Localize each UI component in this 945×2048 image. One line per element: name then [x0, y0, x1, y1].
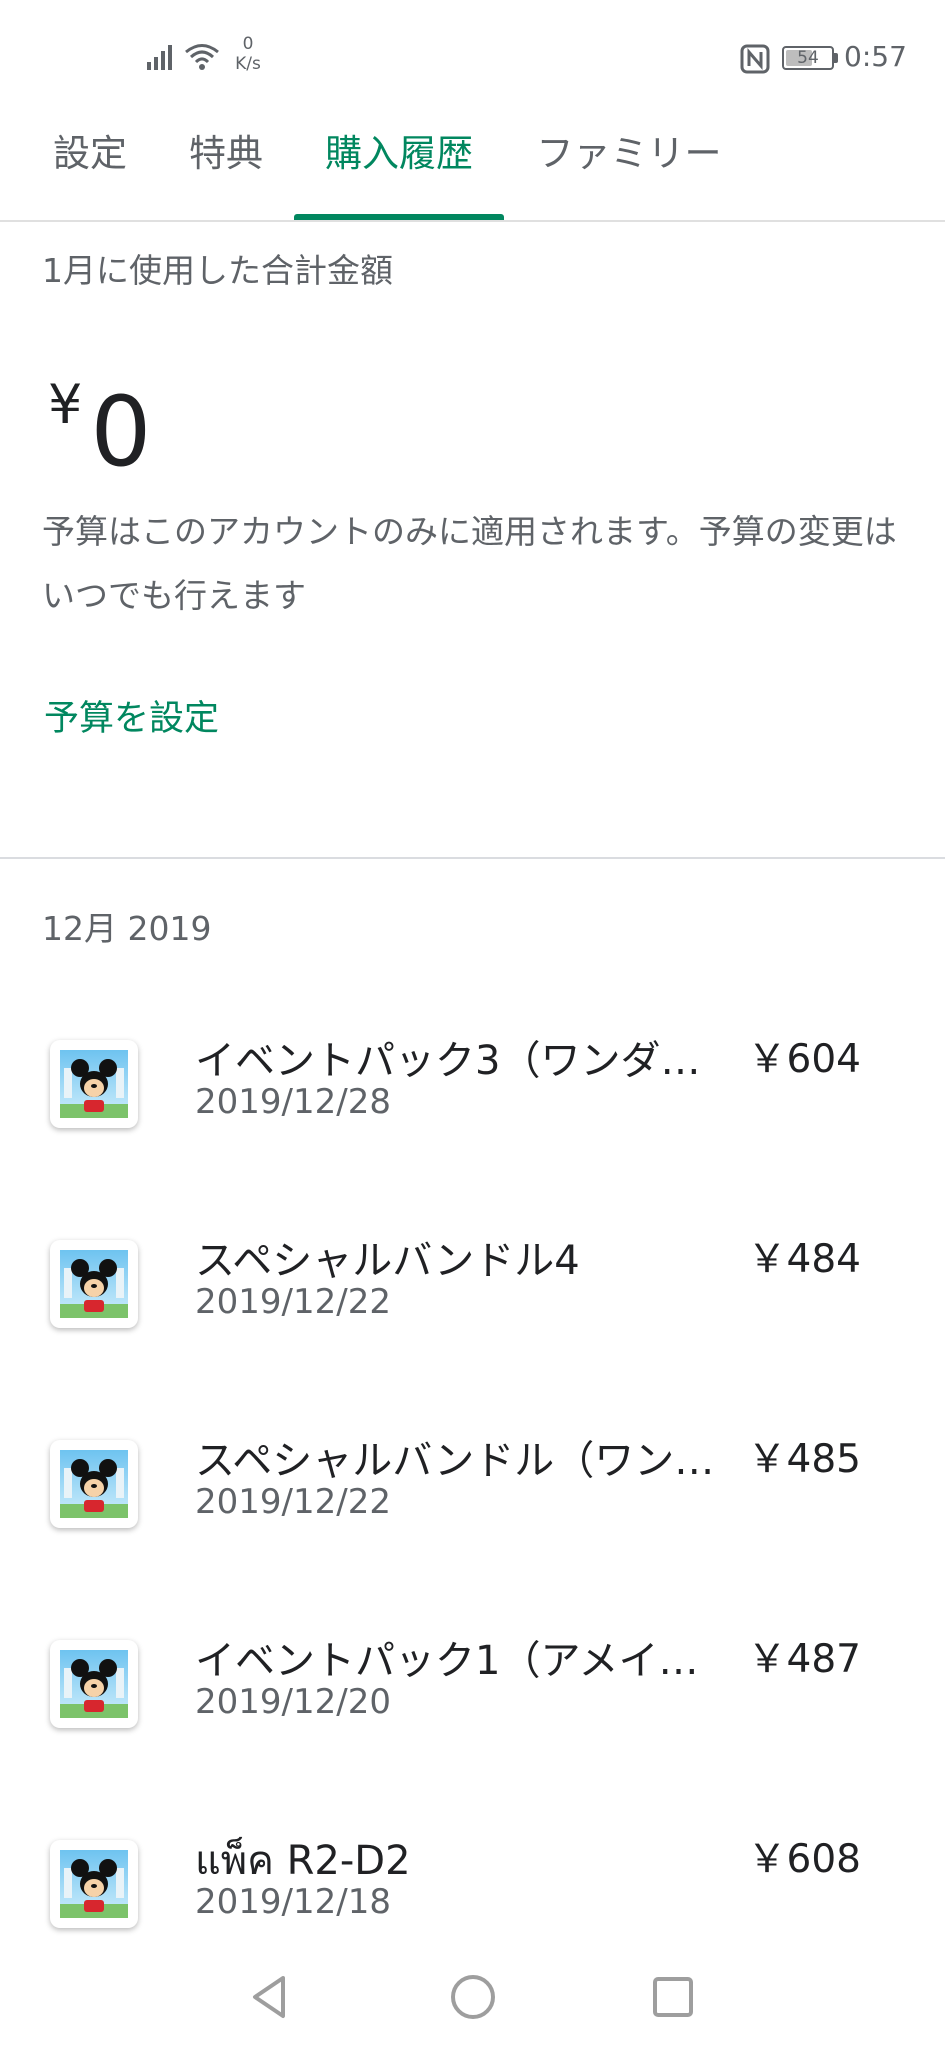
monthly-total-heading: 1月に使用した合計金額 — [42, 251, 393, 290]
section-divider — [0, 857, 945, 859]
cellular-signal-icon — [147, 45, 172, 70]
clock: 0:57 — [844, 40, 907, 73]
wifi-icon — [185, 44, 219, 70]
item-date: 2019/12/22 — [195, 1282, 391, 1322]
item-date: 2019/12/20 — [195, 1682, 391, 1722]
triangle-back-icon[interactable] — [245, 1972, 295, 2022]
status-bar: 0 K/s 54 0:57 — [0, 0, 945, 110]
currency-symbol: ¥ — [48, 373, 83, 436]
purchase-item[interactable]: スペシャルバンドル4 2019/12/22 ￥484 — [0, 1190, 945, 1390]
purchase-item[interactable]: イベントパック3（ワンダフル・ワールド） 2019/12/28 ￥604 — [0, 990, 945, 1190]
square-recents-icon[interactable] — [648, 1972, 698, 2022]
purchase-item[interactable]: イベントパック1（アメイジング） 2019/12/20 ￥487 — [0, 1590, 945, 1790]
battery-indicator: 54 — [782, 46, 834, 70]
tab-bar: 設定 特典 購入履歴 ファミリー — [0, 110, 945, 222]
network-speed-unit: K/s — [235, 54, 261, 74]
item-price: ￥485 — [747, 1437, 861, 1482]
tab-purchase-history[interactable]: 購入履歴 — [294, 110, 504, 220]
battery-percent: 54 — [797, 48, 819, 68]
item-title: イベントパック3（ワンダフル・ワールド） — [195, 1038, 735, 1084]
item-price: ￥608 — [747, 1837, 861, 1882]
item-title: スペシャルバンドル4 — [195, 1238, 580, 1284]
item-title: イベントパック1（アメイジング） — [195, 1638, 735, 1684]
month-header: 12月 2019 — [42, 909, 212, 948]
system-navigation-bar — [0, 1940, 945, 2048]
item-price: ￥604 — [747, 1037, 861, 1082]
item-price: ￥484 — [747, 1237, 861, 1282]
nfc-icon — [740, 44, 770, 74]
item-date: 2019/12/22 — [195, 1482, 391, 1522]
tab-rewards[interactable]: 特典 — [166, 110, 286, 220]
item-title: スペシャルバンドル（ワンダフル） — [195, 1438, 735, 1484]
purchase-list: イベントパック3（ワンダフル・ワールド） 2019/12/28 ￥604 スペシ… — [0, 990, 945, 1990]
circle-home-icon[interactable] — [448, 1972, 498, 2022]
network-speed: 0 K/s — [228, 34, 268, 74]
amount-value: 0 — [90, 376, 152, 488]
network-speed-value: 0 — [242, 34, 254, 54]
purchase-item[interactable]: スペシャルバンドル（ワンダフル） 2019/12/22 ￥485 — [0, 1390, 945, 1590]
tab-family[interactable]: ファミリー — [524, 110, 734, 220]
budget-description: 予算はこのアカウントのみに適用されます。予算の変更はいつでも行えます — [42, 512, 897, 615]
set-budget-link[interactable]: 予算を設定 — [44, 690, 219, 741]
mickey-castle-icon — [50, 1840, 138, 1928]
monthly-total-amount: ¥0 — [48, 350, 151, 487]
item-date: 2019/12/18 — [195, 1882, 391, 1922]
mickey-castle-icon — [50, 1440, 138, 1528]
tab-settings[interactable]: 設定 — [30, 110, 150, 220]
mickey-castle-icon — [50, 1640, 138, 1728]
mickey-castle-icon — [50, 1240, 138, 1328]
mickey-castle-icon — [50, 1040, 138, 1128]
battery-tip — [834, 53, 838, 63]
item-price: ￥487 — [747, 1637, 861, 1682]
item-date: 2019/12/28 — [195, 1082, 391, 1122]
